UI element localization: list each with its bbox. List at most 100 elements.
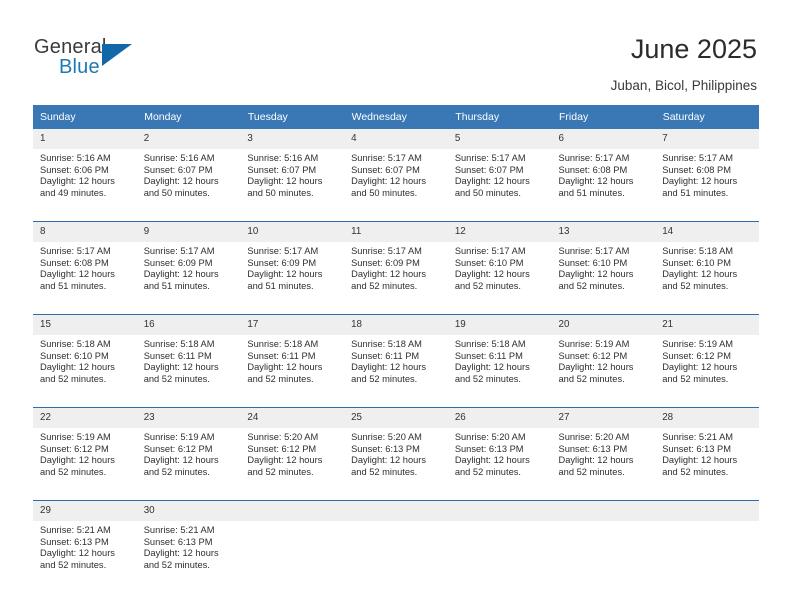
daylight-text-line2: and 52 minutes. [143, 373, 210, 384]
day-cell[interactable]: 30 Sunrise: 5:21 AM Sunset: 6:13 PM Dayligh… [136, 500, 241, 585]
day-cell[interactable]: 15 Sunrise: 5:18 AM Sunset: 6:10 PM Dayligh… [33, 314, 137, 399]
day-cell[interactable]: 24 Sunrise: 5:20 AM Sunset: 6:12 PM Dayligh… [240, 407, 345, 492]
day-cell[interactable]: 27 Sunrise: 5:20 AM Sunset: 6:13 PM Dayligh… [551, 407, 656, 492]
week-spacer [33, 492, 759, 501]
sunset-text: Sunset: 6:08 PM [662, 164, 731, 175]
column-header-tuesday: Tuesday [240, 105, 345, 129]
day-number: 14 [655, 222, 759, 242]
daylight-text-line2: and 52 minutes. [40, 559, 107, 570]
sunset-text: Sunset: 6:13 PM [351, 443, 420, 454]
day-details: Sunrise: 5:19 AM Sunset: 6:12 PM Daylight:… [552, 335, 656, 385]
day-number: 2 [136, 129, 241, 149]
day-cell-inner: 9 Sunrise: 5:17 AM Sunset: 6:09 PM Daylight… [136, 222, 241, 306]
day-cell[interactable]: 20 Sunrise: 5:19 AM Sunset: 6:12 PM Dayligh… [551, 314, 656, 399]
day-cell[interactable]: 12 Sunrise: 5:17 AM Sunset: 6:10 PM Dayligh… [447, 221, 552, 306]
day-cell[interactable]: 6 Sunrise: 5:17 AM Sunset: 6:08 PM Daylight… [551, 129, 656, 213]
day-cell[interactable]: 25 Sunrise: 5:20 AM Sunset: 6:13 PM Dayligh… [344, 407, 448, 492]
sunrise-text: Sunrise: 5:19 AM [662, 339, 734, 349]
day-cell[interactable]: 4 Sunrise: 5:17 AM Sunset: 6:07 PM Daylight… [344, 129, 448, 213]
calendar-header-row: Sunday Monday Tuesday Wednesday Thursday… [33, 105, 760, 129]
sunrise-text: Sunrise: 5:17 AM [247, 246, 319, 256]
day-number: 21 [655, 315, 759, 335]
daylight-text-line1: Daylight: 12 hours [247, 455, 323, 466]
daylight-text-line2: and 52 minutes. [454, 466, 521, 477]
daylight-text-line2: and 52 minutes. [351, 373, 418, 384]
day-cell-inner: 22 Sunrise: 5:19 AM Sunset: 6:12 PM Dayligh… [33, 408, 137, 492]
sunset-text: Sunset: 6:10 PM [662, 257, 731, 268]
day-cell[interactable]: 10 Sunrise: 5:17 AM Sunset: 6:09 PM Dayligh… [240, 221, 345, 306]
daylight-text-line2: and 50 minutes. [454, 187, 521, 198]
day-cell[interactable]: 22 Sunrise: 5:19 AM Sunset: 6:12 PM Dayligh… [33, 407, 137, 492]
daylight-text-line2: and 52 minutes. [558, 373, 625, 384]
day-cell[interactable]: 11 Sunrise: 5:17 AM Sunset: 6:09 PM Dayligh… [344, 221, 448, 306]
daylight-text-line1: Daylight: 12 hours [662, 455, 738, 466]
general-blue-logo[interactable]: General Blue [34, 36, 154, 84]
day-cell[interactable]: 13 Sunrise: 5:17 AM Sunset: 6:10 PM Dayligh… [551, 221, 656, 306]
day-cell-inner: 5 Sunrise: 5:17 AM Sunset: 6:07 PM Daylight… [447, 129, 552, 213]
sunset-text: Sunset: 6:07 PM [143, 164, 213, 175]
column-header-monday: Monday [136, 105, 241, 129]
daylight-text-line2: and 52 minutes. [662, 373, 729, 384]
day-cell[interactable]: 29 Sunrise: 5:21 AM Sunset: 6:13 PM Dayligh… [33, 500, 137, 585]
day-number: 1 [33, 129, 137, 149]
daylight-text-line1: Daylight: 12 hours [558, 269, 634, 280]
daylight-text-line2: and 51 minutes. [247, 280, 314, 291]
day-details: Sunrise: 5:16 AM Sunset: 6:07 PM Daylight:… [240, 149, 344, 199]
week-spacer-cell [33, 213, 759, 222]
sunrise-text: Sunrise: 5:18 AM [662, 246, 734, 256]
daylight-text-line2: and 51 minutes. [662, 187, 729, 198]
daylight-text-line2: and 52 minutes. [247, 373, 314, 384]
day-number: 13 [551, 222, 656, 242]
sunset-text: Sunset: 6:09 PM [143, 257, 213, 268]
day-cell[interactable]: 14 Sunrise: 5:18 AM Sunset: 6:10 PM Dayligh… [655, 221, 759, 306]
day-cell[interactable]: 5 Sunrise: 5:17 AM Sunset: 6:07 PM Daylight… [447, 129, 552, 213]
sunrise-text: Sunrise: 5:17 AM [454, 153, 526, 163]
day-details: Sunrise: 5:17 AM Sunset: 6:07 PM Daylight:… [448, 149, 552, 199]
sunset-text: Sunset: 6:13 PM [143, 536, 213, 547]
sunset-text: Sunset: 6:06 PM [40, 164, 109, 175]
day-details: Sunrise: 5:18 AM Sunset: 6:10 PM Daylight:… [655, 242, 759, 292]
day-cell-inner [655, 501, 759, 585]
day-number: 12 [447, 222, 552, 242]
day-cell[interactable]: 7 Sunrise: 5:17 AM Sunset: 6:08 PM Daylight… [655, 129, 759, 213]
sunrise-text: Sunrise: 5:18 AM [247, 339, 319, 349]
page-title: June 2025 [630, 34, 757, 64]
day-cell-empty [551, 500, 656, 585]
day-details: Sunrise: 5:16 AM Sunset: 6:07 PM Daylight:… [137, 149, 241, 199]
day-cell[interactable]: 21 Sunrise: 5:19 AM Sunset: 6:12 PM Dayligh… [655, 314, 759, 399]
logo-text-general: General [34, 36, 107, 58]
day-cell-inner: 26 Sunrise: 5:20 AM Sunset: 6:13 PM Dayligh… [447, 408, 552, 492]
day-cell[interactable]: 8 Sunrise: 5:17 AM Sunset: 6:08 PM Daylight… [33, 221, 137, 306]
day-cell[interactable]: 17 Sunrise: 5:18 AM Sunset: 6:11 PM Dayligh… [240, 314, 345, 399]
day-cell[interactable]: 28 Sunrise: 5:21 AM Sunset: 6:13 PM Dayligh… [655, 407, 759, 492]
day-cell[interactable]: 23 Sunrise: 5:19 AM Sunset: 6:12 PM Dayligh… [136, 407, 241, 492]
day-cell[interactable]: 26 Sunrise: 5:20 AM Sunset: 6:13 PM Dayligh… [447, 407, 552, 492]
daylight-text-line1: Daylight: 12 hours [247, 362, 323, 373]
sunset-text: Sunset: 6:10 PM [40, 350, 109, 361]
page-header: General Blue June 2025 Juban, Bicol, Phi… [0, 0, 792, 100]
week-row: 15 Sunrise: 5:18 AM Sunset: 6:10 PM Dayligh… [33, 314, 759, 399]
daylight-text-line2: and 51 minutes. [143, 280, 210, 291]
sunset-text: Sunset: 6:09 PM [247, 257, 317, 268]
day-cell[interactable]: 19 Sunrise: 5:18 AM Sunset: 6:11 PM Dayligh… [447, 314, 552, 399]
daylight-text-line2: and 51 minutes. [40, 280, 107, 291]
sunset-text: Sunset: 6:11 PM [351, 350, 420, 361]
day-cell[interactable]: 16 Sunrise: 5:18 AM Sunset: 6:11 PM Dayligh… [136, 314, 241, 399]
sunrise-text: Sunrise: 5:19 AM [40, 432, 111, 442]
day-cell[interactable]: 18 Sunrise: 5:18 AM Sunset: 6:11 PM Dayligh… [344, 314, 448, 399]
day-number: 17 [240, 315, 345, 335]
day-details: Sunrise: 5:20 AM Sunset: 6:13 PM Daylight:… [344, 428, 448, 478]
daylight-text-line2: and 52 minutes. [351, 280, 418, 291]
sunrise-text: Sunrise: 5:18 AM [40, 339, 111, 349]
daylight-text-line1: Daylight: 12 hours [351, 362, 427, 373]
day-cell[interactable]: 3 Sunrise: 5:16 AM Sunset: 6:07 PM Daylight… [240, 129, 345, 213]
day-number: 4 [344, 129, 448, 149]
day-cell[interactable]: 9 Sunrise: 5:17 AM Sunset: 6:09 PM Daylight… [136, 221, 241, 306]
day-cell[interactable]: 1 Sunrise: 5:16 AM Sunset: 6:06 PM Daylight… [33, 129, 137, 213]
day-number: 11 [344, 222, 448, 242]
day-cell-inner: 7 Sunrise: 5:17 AM Sunset: 6:08 PM Daylight… [655, 129, 759, 213]
day-cell[interactable]: 2 Sunrise: 5:16 AM Sunset: 6:07 PM Daylight… [136, 129, 241, 213]
sunrise-text: Sunrise: 5:19 AM [143, 432, 215, 442]
week-spacer [33, 306, 759, 315]
daylight-text-line1: Daylight: 12 hours [454, 455, 530, 466]
